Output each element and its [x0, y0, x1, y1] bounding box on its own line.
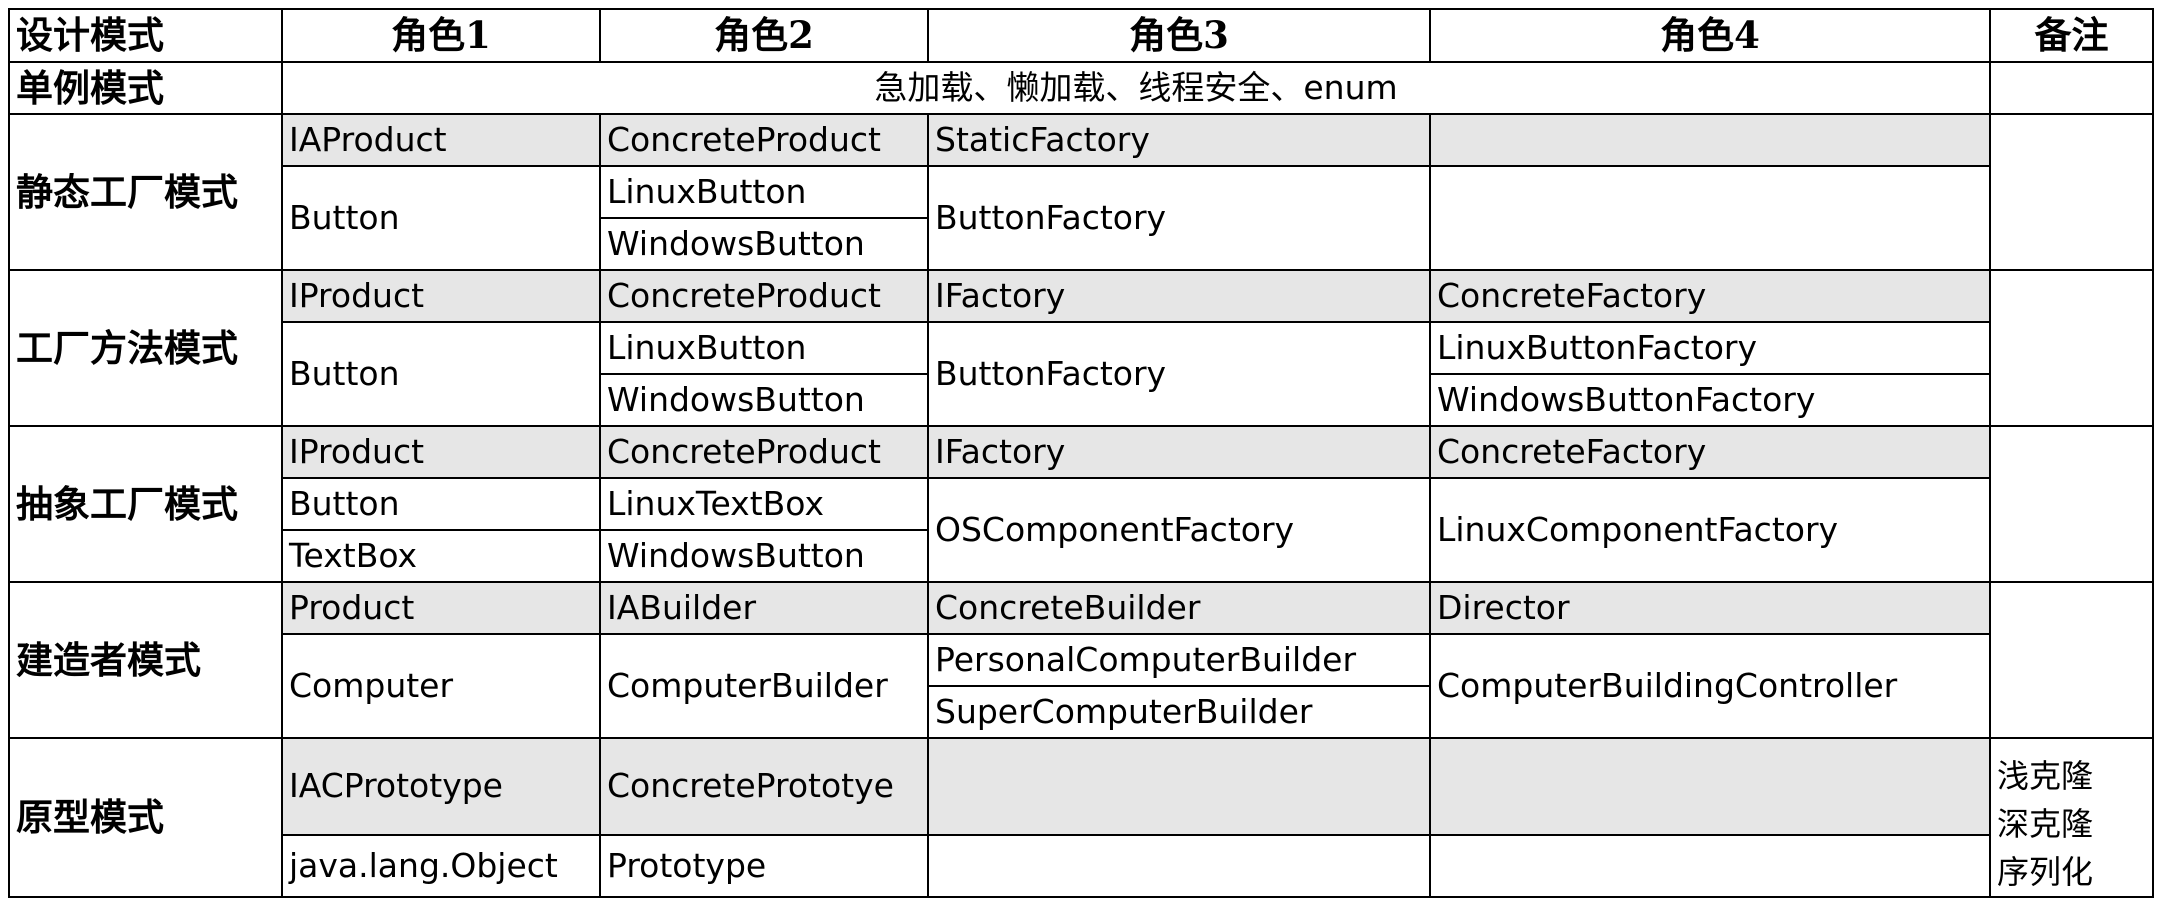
header-role-2: 角色2 [599, 8, 929, 63]
table-cell: WindowsButton [599, 373, 929, 427]
table-cell: WindowsButton [599, 529, 929, 583]
table-cell: ButtonFactory [927, 165, 1431, 271]
header-note: 备注 [1989, 8, 2154, 63]
pattern-name-factory-method: 工厂方法模式 [8, 269, 283, 427]
builder-note [1989, 581, 2154, 739]
table-cell: ConcreteProduct [599, 269, 929, 323]
singleton-description: 急加载、懒加载、线程安全、enum [281, 61, 1991, 115]
table-cell: PersonalComputerBuilder [927, 633, 1431, 687]
table-cell: IFactory [927, 425, 1431, 479]
note-shallow-clone: 浅克隆 [1997, 757, 2094, 795]
table-cell: LinuxComponentFactory [1429, 477, 1991, 583]
table-cell: ConcreteBuilder [927, 581, 1431, 635]
static-factory-roles-row: 静态工厂模式 IAProduct ConcreteProduct StaticF… [8, 113, 2154, 271]
table-cell: LinuxButton [599, 165, 929, 219]
table-cell [1429, 737, 1991, 836]
header-role-1: 角色1 [281, 8, 601, 63]
table-cell: LinuxTextBox [599, 477, 929, 531]
prototype-note: 浅克隆 深克隆 序列化 [1989, 737, 2154, 898]
header-role-3: 角色3 [927, 8, 1431, 63]
table-cell: LinuxButtonFactory [1429, 321, 1991, 375]
prototype-example-row: java.lang.Object Prototype [9, 834, 2153, 898]
builder-example-row: Computer ComputerBuilder PersonalCompute… [9, 633, 2153, 739]
pattern-name-prototype: 原型模式 [8, 737, 283, 898]
table-cell: IProduct [281, 425, 601, 479]
pattern-name-abstract-factory: 抽象工厂模式 [8, 425, 283, 583]
table-cell: ConcreteProduct [599, 425, 929, 479]
table-cell: Button [281, 165, 601, 271]
table-cell: Director [1429, 581, 1991, 635]
header-row: 设计模式 角色1 角色2 角色3 角色4 备注 [8, 8, 2154, 63]
prototype-roles-row: 原型模式 IACPrototype ConcretePrototye 浅克隆 深… [8, 737, 2154, 898]
table-cell [1429, 834, 1991, 898]
table-cell: Computer [281, 633, 601, 739]
table-cell: IABuilder [599, 581, 929, 635]
table-cell: OSComponentFactory [927, 477, 1431, 583]
table-cell: WindowsButton [599, 217, 929, 271]
factory-method-example-row: Button LinuxButton ButtonFactory LinuxBu… [9, 321, 2153, 427]
table-cell: IAProduct [281, 113, 601, 167]
table-cell: IACPrototype [281, 737, 601, 836]
table-cell [927, 737, 1431, 836]
table-cell: ConcreteProduct [599, 113, 929, 167]
table-cell: IProduct [281, 269, 601, 323]
table-cell: LinuxButton [599, 321, 929, 375]
abstract-factory-example-row: Button LinuxTextBox OSComponentFactory L… [9, 477, 2153, 583]
abstract-factory-roles-row: 抽象工厂模式 IProduct ConcreteProduct IFactory… [8, 425, 2154, 583]
table-cell: ConcreteFactory [1429, 425, 1991, 479]
design-patterns-table: 设计模式 角色1 角色2 角色3 角色4 备注 单例模式 急加载、懒加载、线程安… [8, 8, 2154, 898]
table-cell: ComputerBuilder [599, 633, 929, 739]
table-cell: ConcreteFactory [1429, 269, 1991, 323]
table-cell: ButtonFactory [927, 321, 1431, 427]
builder-roles-row: 建造者模式 Product IABuilder ConcreteBuilder … [8, 581, 2154, 739]
table-cell: ConcretePrototye [599, 737, 929, 836]
note-deep-clone: 深克隆 [1997, 805, 2094, 843]
table-cell [927, 834, 1431, 898]
pattern-name-static-factory: 静态工厂模式 [8, 113, 283, 271]
header-design-pattern: 设计模式 [8, 8, 283, 63]
factory-method-roles-row: 工厂方法模式 IProduct ConcreteProduct IFactory… [8, 269, 2154, 427]
table-cell: SuperComputerBuilder [927, 685, 1431, 739]
pattern-name-singleton: 单例模式 [8, 61, 283, 115]
abstract-factory-note [1989, 425, 2154, 583]
table-cell [1429, 165, 1991, 271]
static-factory-example-row: Button LinuxButton ButtonFactory [9, 165, 2153, 271]
table-cell [1429, 113, 1991, 167]
table-cell: Button [281, 477, 601, 531]
singleton-note [1989, 61, 2154, 115]
pattern-name-builder: 建造者模式 [8, 581, 283, 739]
table-cell: WindowsButtonFactory [1429, 373, 1991, 427]
singleton-row: 单例模式 急加载、懒加载、线程安全、enum [8, 61, 2154, 115]
note-serialization: 序列化 [1997, 853, 2094, 891]
table-cell: ComputerBuildingController [1429, 633, 1991, 739]
header-role-4: 角色4 [1429, 8, 1991, 63]
table-cell: TextBox [281, 529, 601, 583]
table-cell: StaticFactory [927, 113, 1431, 167]
table-cell: Product [281, 581, 601, 635]
static-factory-note [1989, 113, 2154, 271]
table-cell: Button [281, 321, 601, 427]
table-cell: java.lang.Object [281, 834, 601, 898]
factory-method-note [1989, 269, 2154, 427]
table-cell: IFactory [927, 269, 1431, 323]
table-cell: Prototype [599, 834, 929, 898]
